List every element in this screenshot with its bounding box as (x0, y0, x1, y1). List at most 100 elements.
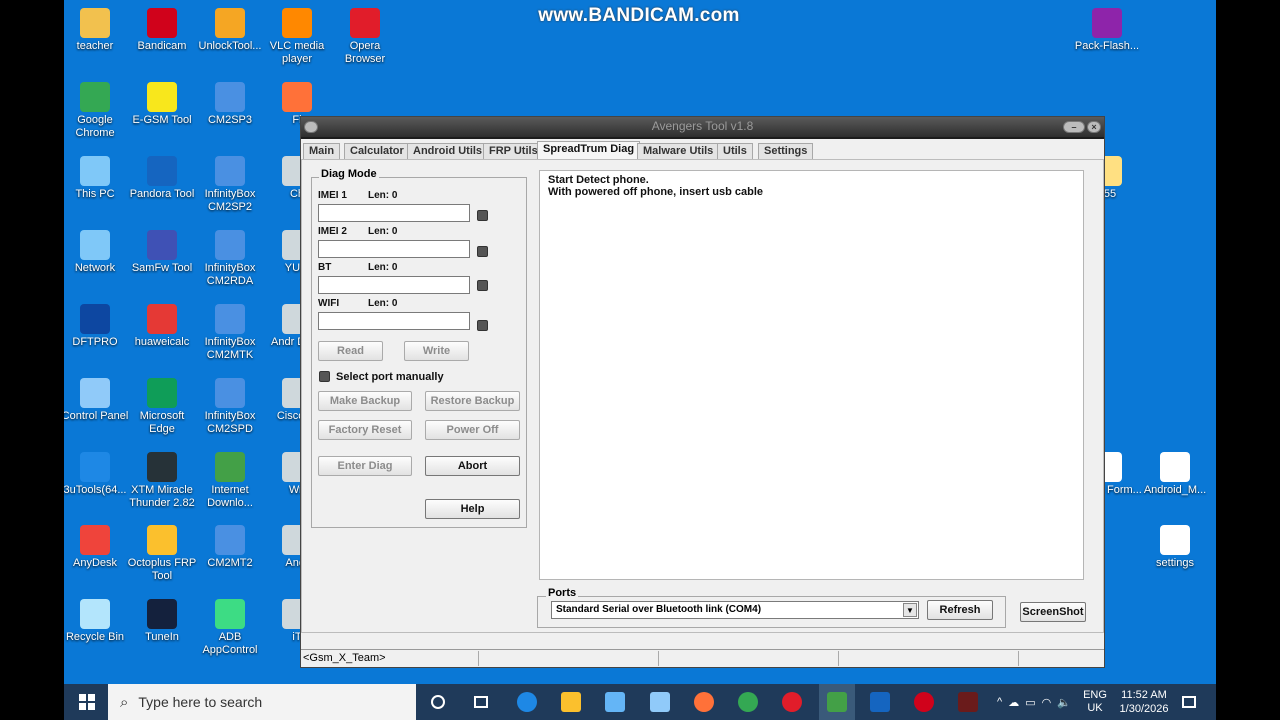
chevron-down-icon[interactable]: ▼ (903, 603, 917, 617)
desktop-icon[interactable]: Android_M... (1140, 452, 1210, 497)
title-bar[interactable]: Avengers Tool v1.8 – × (301, 117, 1104, 137)
window-title: Avengers Tool v1.8 (651, 119, 754, 133)
desktop-app-icon (80, 304, 110, 334)
tab-utils[interactable]: Utils (717, 143, 753, 159)
write-button[interactable]: Write (404, 341, 469, 361)
desktop-icon[interactable]: Pack-Flash... (1072, 8, 1142, 53)
desktop-icon[interactable]: Recycle Bin (64, 599, 130, 644)
clock-date: 1/30/2026 (1119, 703, 1169, 715)
edge-taskbar-icon[interactable] (515, 684, 539, 720)
desktop-icon[interactable]: Google Chrome (64, 82, 130, 140)
close-button[interactable]: × (1087, 121, 1101, 133)
desktop-icon[interactable]: DFTPRO (64, 304, 130, 349)
notifications-icon[interactable] (1176, 684, 1202, 720)
cortana-icon[interactable] (426, 684, 450, 720)
factory-reset-button[interactable]: Factory Reset (318, 420, 412, 440)
minimize-button[interactable]: – (1063, 121, 1085, 133)
screenshot-button[interactable]: ScreenShot (1020, 602, 1086, 622)
opera-icon[interactable] (780, 684, 804, 720)
ports-title: Ports (546, 587, 579, 599)
chrome-icon[interactable] (736, 684, 760, 720)
port-select[interactable]: Standard Serial over Bluetooth link (COM… (551, 601, 919, 619)
desktop-app-icon (215, 156, 245, 186)
desktop-icon[interactable]: Microsoft Edge (127, 378, 197, 436)
imei1-input[interactable] (318, 204, 470, 222)
language-region: UK (1087, 702, 1103, 714)
desktop-icon[interactable]: Network (64, 230, 130, 275)
windows-start-icon[interactable] (72, 684, 102, 720)
internet-download-manager-icon[interactable] (819, 684, 855, 720)
desktop-icon-label: huaweicalc (134, 336, 190, 348)
desktop-icon[interactable]: InfinityBox CM2RDA (195, 230, 265, 288)
restore-backup-button[interactable]: Restore Backup (425, 391, 520, 411)
power-off-button[interactable]: Power Off (425, 420, 520, 440)
mail-icon[interactable] (648, 684, 672, 720)
desktop-icon[interactable]: Control Panel (64, 378, 130, 423)
tab-spreadtrum-diag[interactable]: SpreadTrum Diag (537, 141, 641, 160)
make-backup-button[interactable]: Make Backup (318, 391, 412, 411)
desktop-icon-label: AnyDesk (72, 557, 118, 569)
tab-settings[interactable]: Settings (758, 143, 814, 159)
firefox-icon[interactable] (692, 684, 716, 720)
refresh-button[interactable]: Refresh (927, 600, 993, 620)
wifi-input[interactable] (318, 312, 470, 330)
desktop-icon[interactable]: XTM Miracle Thunder 2.82 (127, 452, 197, 510)
desktop-icon[interactable]: TuneIn (127, 599, 197, 644)
system-tray: ^ ☁ ▭ ◠ 🔈 (994, 684, 1074, 720)
desktop-icon[interactable]: CM2MT2 (195, 525, 265, 570)
chevron-up-icon[interactable]: ^ (997, 696, 1002, 708)
tab-android-utils[interactable]: Android Utils (407, 143, 489, 159)
help-button[interactable]: Help (425, 499, 520, 519)
desktop-icon[interactable]: Opera Browser (330, 8, 400, 66)
desktop-icon[interactable]: UnlockTool... (195, 8, 265, 53)
desktop-icon[interactable]: This PC (64, 156, 130, 201)
file-explorer-icon[interactable] (559, 684, 583, 720)
cloud-icon[interactable]: ☁ (1008, 696, 1019, 709)
desktop-icon[interactable]: ADB AppControl (195, 599, 265, 657)
desktop-icon[interactable]: Pandora Tool (127, 156, 197, 201)
select-port-checkbox[interactable] (319, 371, 330, 382)
store-icon[interactable] (603, 684, 627, 720)
desktop-icon[interactable]: settings (1140, 525, 1210, 570)
clock-time: 11:52 AM (1121, 689, 1167, 701)
clock[interactable]: 11:52 AM 1/30/2026 (1114, 684, 1174, 720)
desktop-icon-label: Octoplus FRP Tool (127, 557, 197, 582)
avengers-tool-icon[interactable] (956, 684, 980, 720)
desktop-icon[interactable]: VLC media player (262, 8, 332, 66)
imei1-indicator (477, 210, 488, 221)
tab-main[interactable]: Main (303, 143, 341, 159)
desktop-icon[interactable]: CM2SP3 (195, 82, 265, 127)
language-indicator[interactable]: ENG UK (1080, 684, 1110, 720)
desktop-icon[interactable]: Internet Downlo... (195, 452, 265, 510)
tab-malware-utils[interactable]: Malware Utils (637, 143, 720, 159)
desktop-icon[interactable]: teacher (64, 8, 130, 53)
imei2-input[interactable] (318, 240, 470, 258)
desktop-app-icon (215, 452, 245, 482)
desktop-icon[interactable]: InfinityBox CM2MTK (195, 304, 265, 362)
desktop-icon[interactable]: huaweicalc (127, 304, 197, 349)
desktop-icon[interactable]: Octoplus FRP Tool (127, 525, 197, 583)
enter-diag-button[interactable]: Enter Diag (318, 456, 412, 476)
network-icon[interactable]: ▭ (1025, 696, 1035, 709)
desktop-icon[interactable]: SamFw Tool (127, 230, 197, 275)
taskbar-search-box[interactable]: ⌕ Type here to search (108, 684, 416, 720)
tab-calculator[interactable]: Calculator (344, 143, 410, 159)
desktop-icon[interactable]: InfinityBox CM2SP2 (195, 156, 265, 214)
bt-input[interactable] (318, 276, 470, 294)
window-client-area: Main Calculator Android Utils FRP Utils … (301, 139, 1104, 649)
desktop-icon[interactable]: 3uTools(64... (64, 452, 130, 497)
wifi-icon[interactable]: ◠ (1042, 696, 1052, 709)
desktop-icon[interactable]: InfinityBox CM2SPD (195, 378, 265, 436)
log-output[interactable]: Start Detect phone. With powered off pho… (539, 170, 1084, 580)
imei1-len: Len: 0 (368, 190, 398, 201)
desktop-icon[interactable]: Bandicam (127, 8, 197, 53)
abort-button[interactable]: Abort (425, 456, 520, 476)
task-view-icon[interactable] (469, 684, 493, 720)
desktop-icon[interactable]: AnyDesk (64, 525, 130, 570)
volume-icon[interactable]: 🔈 (1057, 696, 1071, 709)
read-button[interactable]: Read (318, 341, 383, 361)
bandicam-icon[interactable] (912, 684, 936, 720)
tab-frp-utils[interactable]: FRP Utils (483, 143, 544, 159)
pandora-tool-icon[interactable] (868, 684, 892, 720)
desktop-icon[interactable]: E-GSM Tool (127, 82, 197, 127)
